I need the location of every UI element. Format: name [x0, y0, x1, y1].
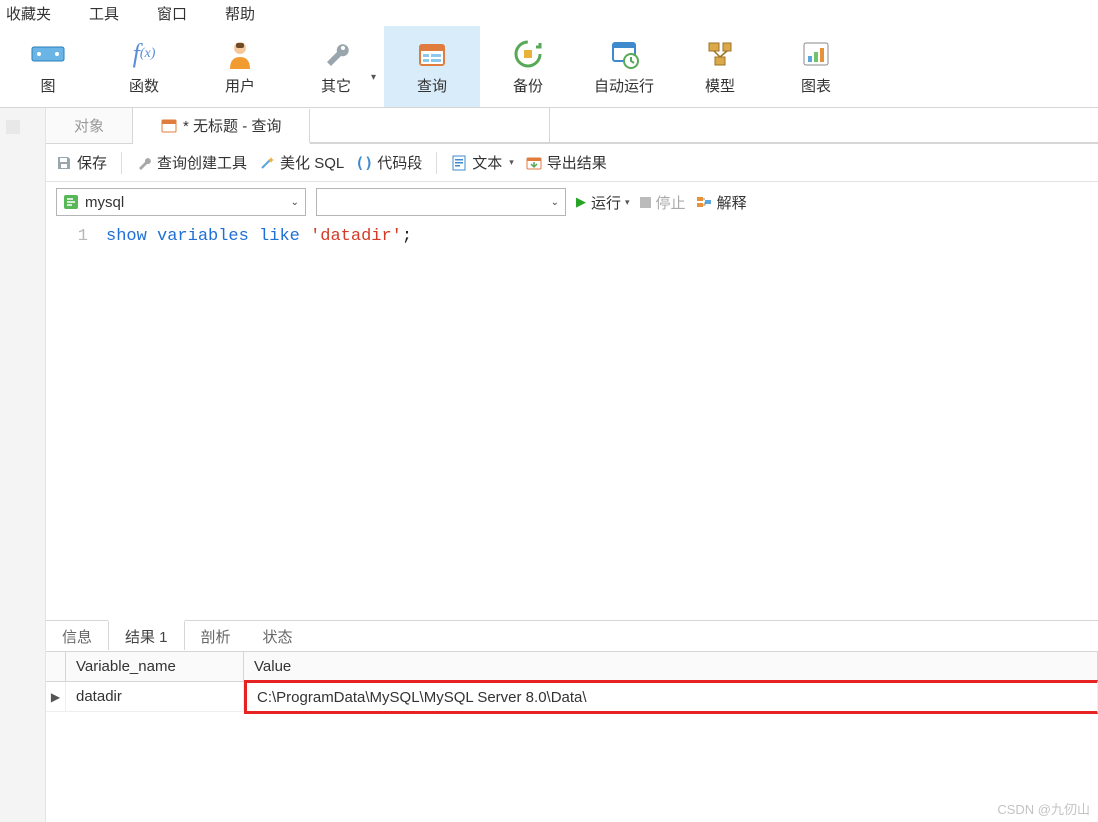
chevron-down-icon: ▾: [371, 72, 376, 83]
toolbar-function-button[interactable]: f(x) 函数: [96, 26, 192, 107]
export-icon: [526, 155, 542, 171]
explain-button[interactable]: 解释: [696, 192, 747, 213]
editor-gutter: 1: [46, 224, 106, 620]
chart-icon: [799, 37, 833, 71]
watermark: CSDN @九仞山: [997, 799, 1090, 818]
menu-tools[interactable]: 工具: [89, 3, 119, 24]
menu-help[interactable]: 帮助: [225, 3, 255, 24]
result-header-value[interactable]: Value: [244, 652, 1098, 681]
run-button[interactable]: ▶ 运行 ▾: [576, 192, 630, 213]
chevron-down-icon: ⌄: [551, 197, 559, 208]
toolbar-other-label: 其它: [321, 75, 351, 96]
toolbar-query-button[interactable]: 查询: [384, 26, 480, 107]
toolbar-chart-button[interactable]: 图表: [768, 26, 864, 107]
row-indicator-icon: ▶: [46, 682, 66, 711]
chevron-down-icon: ▾: [509, 157, 514, 168]
stop-label: 停止: [656, 192, 686, 213]
toolbar-autorun-label: 自动运行: [594, 75, 654, 96]
tab-objects[interactable]: 对象: [46, 108, 133, 143]
result-tab-profile[interactable]: 剖析: [185, 621, 247, 651]
clock-icon: [607, 37, 641, 71]
text-icon: [451, 155, 467, 171]
function-icon: f(x): [127, 37, 161, 71]
result-tab-info[interactable]: 信息: [46, 621, 108, 651]
toolbar-view-button[interactable]: 图: [0, 26, 96, 107]
database-dropdown[interactable]: ⌄: [316, 188, 566, 216]
beautify-label: 美化 SQL: [280, 152, 344, 173]
stop-icon: [640, 197, 651, 208]
toolbar-view-label: 图: [40, 75, 55, 96]
export-button[interactable]: 导出结果: [526, 152, 607, 173]
backup-icon: [511, 37, 545, 71]
explain-label: 解释: [717, 192, 747, 213]
main-toolbar: 图 f(x) 函数 用户 其它 ▾ 查询 备份 自动运行: [0, 26, 1098, 108]
editor-code[interactable]: show variables like 'datadir';: [106, 224, 1098, 620]
brackets-icon: (): [356, 155, 372, 171]
run-label: 运行: [591, 192, 621, 213]
sidebar-placeholder: [6, 120, 20, 134]
tool-icon: [136, 155, 152, 171]
result-tabs: 信息 结果 1 剖析 状态: [46, 620, 1098, 652]
connection-icon: [63, 194, 79, 210]
connection-value: mysql: [85, 194, 285, 211]
cell-value[interactable]: C:\ProgramData\MySQL\MySQL Server 8.0\Da…: [244, 680, 1098, 714]
tab-untitled-query[interactable]: * 无标题 - 查询: [133, 109, 310, 144]
toolbar-function-label: 函数: [129, 75, 159, 96]
result-header-variable-name[interactable]: Variable_name: [66, 652, 244, 681]
query-builder-label: 查询创建工具: [157, 152, 247, 173]
toolbar-autorun-button[interactable]: 自动运行: [576, 26, 672, 107]
text-label: 文本: [472, 152, 502, 173]
connection-bar: mysql ⌄ ⌄ ▶ 运行 ▾ 停止 解释: [46, 182, 1098, 222]
tab-untitled-label: * 无标题 - 查询: [183, 115, 281, 136]
result-tab-status[interactable]: 状态: [247, 621, 309, 651]
model-icon: [703, 37, 737, 71]
toolbar-model-label: 模型: [705, 75, 735, 96]
play-icon: ▶: [576, 194, 586, 210]
export-label: 导出结果: [547, 152, 607, 173]
view-icon: [31, 37, 65, 71]
result-header: Variable_name Value: [46, 652, 1098, 682]
toolbar-query-label: 查询: [417, 75, 447, 96]
document-tabs: 对象 * 无标题 - 查询: [46, 108, 1098, 144]
snippet-label: 代码段: [377, 152, 422, 173]
toolbar-backup-button[interactable]: 备份: [480, 26, 576, 107]
query-builder-button[interactable]: 查询创建工具: [136, 152, 247, 173]
snippet-button[interactable]: () 代码段: [356, 152, 422, 173]
toolbar-other-button[interactable]: 其它 ▾: [288, 26, 384, 107]
result-tab-result1[interactable]: 结果 1: [108, 620, 185, 650]
query-icon: [415, 37, 449, 71]
save-icon: [56, 155, 72, 171]
query-tab-icon: [161, 118, 177, 134]
chevron-down-icon: ▾: [625, 197, 630, 208]
menubar: 收藏夹 工具 窗口 帮助: [0, 0, 1098, 26]
connection-dropdown[interactable]: mysql ⌄: [56, 188, 306, 216]
chevron-down-icon: ⌄: [291, 197, 299, 208]
user-icon: [223, 37, 257, 71]
stop-button: 停止: [640, 192, 686, 213]
toolbar-model-button[interactable]: 模型: [672, 26, 768, 107]
toolbar-user-button[interactable]: 用户: [192, 26, 288, 107]
text-button[interactable]: 文本 ▾: [451, 152, 514, 173]
tab-objects-label: 对象: [74, 115, 104, 136]
toolbar-chart-label: 图表: [801, 75, 831, 96]
save-button[interactable]: 保存: [56, 152, 107, 173]
query-toolbar: 保存 查询创建工具 美化 SQL () 代码段 文本 ▾: [46, 144, 1098, 182]
toolbar-backup-label: 备份: [513, 75, 543, 96]
sidebar: [0, 108, 46, 822]
result-row-marker-header: [46, 652, 66, 681]
menu-favorites[interactable]: 收藏夹: [6, 3, 51, 24]
cell-variable-name[interactable]: datadir: [66, 682, 244, 711]
sql-editor[interactable]: 1 show variables like 'datadir';: [46, 222, 1098, 620]
explain-icon: [696, 194, 712, 210]
beautify-button[interactable]: 美化 SQL: [259, 152, 344, 173]
wrench-icon: [319, 37, 353, 71]
result-row[interactable]: ▶ datadir C:\ProgramData\MySQL\MySQL Ser…: [46, 682, 1098, 712]
toolbar-user-label: 用户: [225, 75, 255, 96]
wand-icon: [259, 155, 275, 171]
save-label: 保存: [77, 152, 107, 173]
menu-window[interactable]: 窗口: [157, 3, 187, 24]
